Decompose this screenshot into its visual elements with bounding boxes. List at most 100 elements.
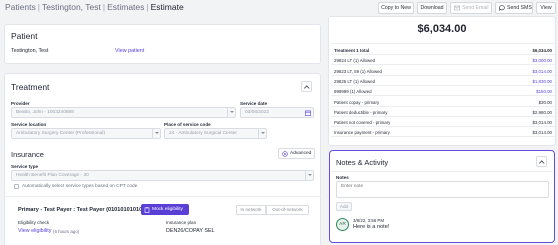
in-network-toggle[interactable]: In network [236, 205, 266, 215]
advanced-button[interactable]: Advanced [278, 148, 315, 159]
notes-input[interactable] [336, 181, 549, 198]
advanced-label: Advanced [290, 151, 312, 156]
chevron-up-icon [304, 85, 310, 91]
add-note-button[interactable]: Add [336, 202, 352, 211]
notes-heading: Notes & Activity [336, 158, 389, 167]
insurance-plan-value: DEN26/COPAY SEL [166, 228, 215, 234]
summary-row: 29826 LT (1) Allowed $1,830.00 [331, 77, 555, 86]
breadcrumb-current: Estimate [150, 2, 184, 12]
send-sms-label: Send SMS [507, 5, 532, 11]
summary-row: Insurance payment - primary $3,014.00 [331, 128, 555, 138]
service-date-input[interactable]: 03/08/2022 [240, 107, 314, 118]
summary-row-label: Patient copay - primary [334, 99, 380, 105]
provider-select[interactable]: Beatto, John - 1003240888 [11, 107, 236, 118]
auto-select-label: Automatically select service types based… [22, 184, 138, 189]
mock-eligibility-button[interactable]: Mock eligibility [141, 204, 189, 215]
service-date-label: Service date [240, 101, 268, 106]
collapse-treatment-button[interactable] [301, 81, 312, 92]
summary-row-label: Insurance payment - primary [334, 130, 390, 136]
summary-row-label: Patient deductible - primary [334, 109, 388, 115]
collapse-notes-button[interactable] [536, 156, 547, 167]
breadcrumb-estimates[interactable]: Estimates [107, 2, 144, 12]
settings-icon [282, 150, 288, 157]
summary-row-value[interactable]: $3,000.00 [532, 58, 552, 63]
avatar: AR [336, 218, 349, 231]
send-email-button[interactable]: Send Email [450, 2, 492, 14]
summary-row-label: 29826 LT (1) Allowed [334, 78, 376, 84]
chevron-down-icon [230, 111, 234, 113]
out-of-network-toggle[interactable]: Out-of-network [266, 205, 309, 215]
breadcrumb-patients[interactable]: Patients [5, 2, 36, 12]
summary-row-value: $30.00 [538, 99, 552, 105]
insurance-plan-label: Insurance plan [166, 220, 197, 225]
note-body: Here is a note! [353, 224, 390, 230]
summary-row-value: $3,014.00 [532, 120, 552, 126]
patient-panel [4, 24, 321, 64]
email-icon [454, 5, 460, 11]
service-type-select[interactable]: Health Benefit Plan Coverage - 30 [11, 170, 314, 181]
chevron-down-icon [308, 174, 312, 176]
place-of-service-select[interactable]: 24 - Ambulatory Surgical Center [164, 128, 267, 139]
service-date-value: 03/08/2022 [245, 110, 270, 115]
chevron-up-icon [539, 160, 545, 166]
summary-row: 999999 (1) Allowed $150.00 [331, 87, 555, 97]
breadcrumb-separator: | [102, 2, 106, 12]
summary-row-value[interactable]: $150.00 [536, 89, 552, 94]
treatment-heading: Treatment [11, 82, 50, 92]
estimate-total: $6,034.00 [417, 23, 467, 35]
place-of-service-value: 24 - Ambulatory Surgical Center [169, 131, 237, 136]
view-button[interactable]: View [536, 2, 556, 14]
place-of-service-dropdown[interactable] [258, 129, 266, 138]
provider-value: Beatto, John - 1003240888 [16, 110, 74, 115]
breadcrumb: Patients | Testington, Test | Estimates | Esti… [5, 2, 184, 12]
service-type-dropdown[interactable] [305, 171, 313, 180]
eligibility-check-label: Eligibility check [18, 220, 50, 225]
clipboard-icon [144, 206, 150, 213]
summary-row: Patient not covered - primary $3,014.00 [331, 118, 555, 128]
send-sms-button[interactable]: Send SMS [495, 2, 533, 14]
eligibility-timestamp: (6 hours ago) [53, 229, 80, 234]
chevron-down-icon [261, 132, 265, 134]
breadcrumb-separator: | [146, 2, 149, 12]
place-of-service-label: Place of service code [164, 122, 211, 127]
summary-row-label: 29824 LT (1) Allowed [334, 58, 376, 64]
chevron-down-icon [155, 132, 159, 134]
summary-row-label: Treatment 1 total [334, 48, 370, 53]
summary-row-value: $3,014.00 [532, 130, 552, 136]
service-location-dropdown[interactable] [152, 129, 160, 138]
copy-to-new-button[interactable]: Copy to New [378, 2, 414, 14]
summary-row-label: Patient not covered - primary [334, 120, 391, 126]
service-type-value: Health Benefit Plan Coverage - 30 [16, 173, 89, 178]
chat-icon [499, 5, 505, 11]
summary-row-value: $2,980.00 [532, 109, 552, 115]
service-location-label: Service location [11, 122, 47, 127]
download-button[interactable]: Download [417, 2, 447, 14]
breadcrumb-separator: | [37, 2, 40, 12]
auto-select-checkbox[interactable] [14, 184, 19, 189]
service-location-select[interactable]: Ambulatory Surgery Center (Professional) [11, 128, 161, 139]
summary-row: 29824 LT (1) Allowed $3,000.00 [331, 56, 555, 66]
insurance-heading: Insurance [11, 150, 44, 159]
calendar-icon[interactable] [305, 110, 311, 116]
patient-heading: Patient [11, 31, 38, 41]
summary-row-value[interactable]: $1,830.00 [532, 79, 552, 84]
send-email-label: Send Email [462, 5, 489, 11]
view-patient-link[interactable]: View patient [115, 48, 144, 54]
notes-label: Notes [336, 175, 349, 180]
note-timestamp: 3/8/22, 3:56 PM [353, 218, 384, 223]
breadcrumb-patient[interactable]: Testington, Test [42, 2, 101, 12]
divider [331, 171, 553, 172]
summary-row-value[interactable]: $3,014.00 [532, 69, 552, 74]
service-location-value: Ambulatory Surgery Center (Professional) [16, 131, 106, 136]
provider-label: Provider [11, 101, 30, 106]
view-eligibility-link[interactable]: View eligibility [18, 228, 51, 234]
provider-dropdown[interactable] [227, 108, 235, 117]
divider [4, 196, 321, 197]
summary-row: Patient copay - primary $30.00 [331, 98, 555, 107]
payer-title: Primary - Test Payer : Test Payer (01010… [18, 207, 145, 213]
treatment-panel [4, 73, 321, 245]
service-type-label: Service type [11, 164, 39, 169]
summary-row-label: 999999 (1) Allowed [334, 89, 372, 95]
summary-row: Treatment 1 total $6,034.00 [331, 46, 555, 55]
summary-row: Patient deductible - primary $2,980.00 [331, 108, 555, 117]
